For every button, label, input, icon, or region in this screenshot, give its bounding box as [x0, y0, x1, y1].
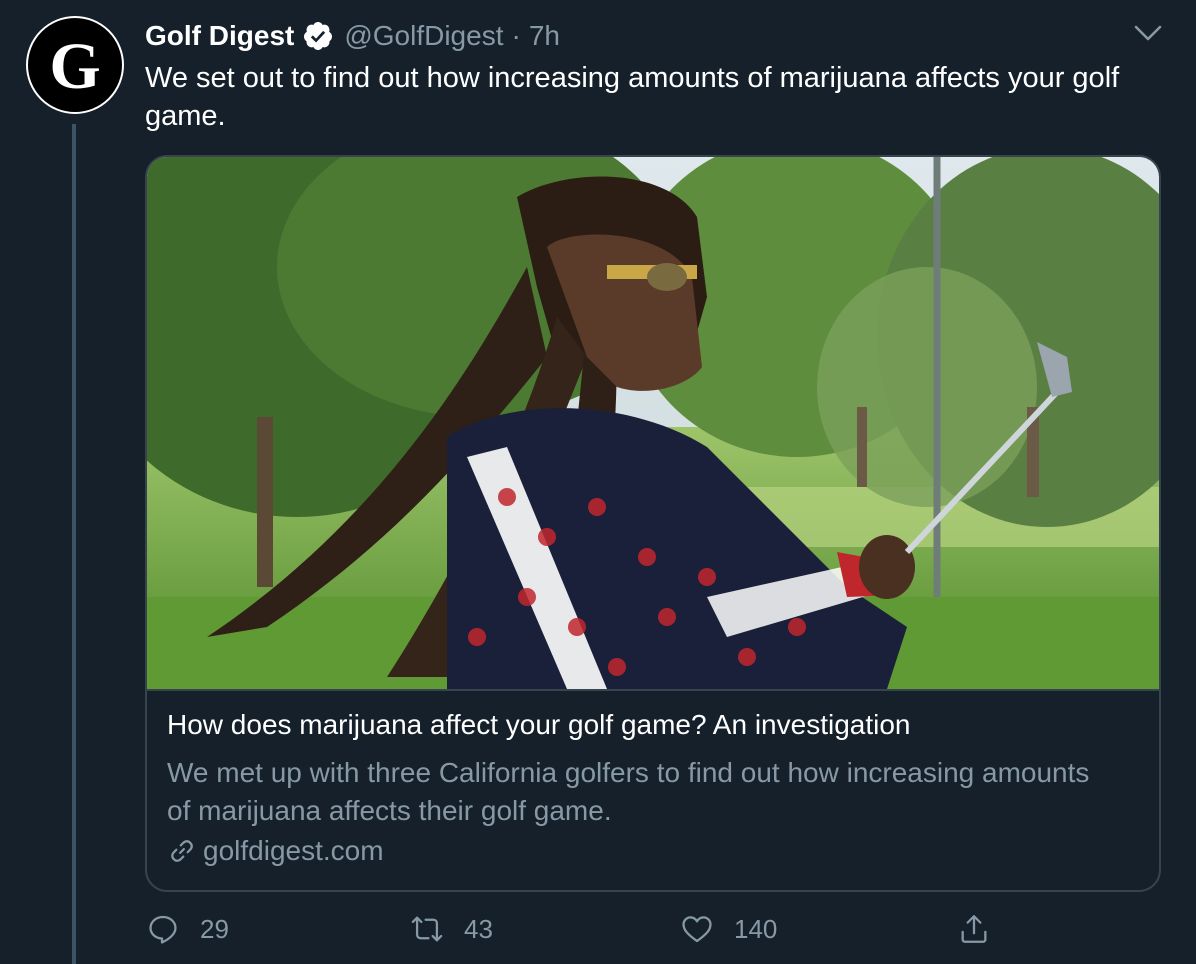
timestamp[interactable]: 7h — [529, 20, 560, 52]
reply-icon — [149, 915, 177, 944]
thread-line — [72, 124, 76, 964]
avatar-logo-letter: G — [49, 30, 101, 103]
card-divider — [147, 689, 1159, 691]
share-icon — [961, 915, 987, 943]
link-icon — [171, 840, 193, 862]
tweet[interactable]: G Golf Digest @GolfDigest · 7h We set ou… — [0, 0, 1196, 964]
chevron-down-icon[interactable] — [1133, 22, 1163, 44]
like-count: 140 — [734, 913, 778, 944]
card-domain[interactable]: golfdigest.com — [167, 835, 384, 867]
card-description: We met up with three California golfers … — [167, 757, 1090, 826]
card-domain-text: golfdigest.com — [203, 835, 384, 866]
tweet-text: We set out to find out how increasing am… — [145, 62, 1120, 132]
handle[interactable]: @GolfDigest — [344, 20, 503, 52]
verified-badge-icon — [304, 22, 333, 50]
display-name[interactable]: Golf Digest — [145, 20, 294, 52]
reply-button[interactable]: 29 — [146, 912, 229, 946]
retweet-icon — [411, 916, 443, 942]
retweet-count: 43 — [464, 913, 493, 944]
reply-count: 29 — [200, 913, 229, 944]
tweet-header: Golf Digest @GolfDigest · 7h — [145, 16, 560, 56]
avatar[interactable]: G — [26, 16, 124, 114]
separator-dot: · — [511, 20, 521, 51]
share-button[interactable] — [957, 912, 1011, 946]
retweet-button[interactable]: 43 — [410, 912, 493, 946]
tweet-actions: 29 43 140 — [0, 912, 1196, 952]
like-button[interactable]: 140 — [680, 912, 777, 946]
heart-icon — [682, 916, 712, 943]
card-image — [147, 157, 1159, 689]
card-title[interactable]: How does marijuana affect your golf game… — [167, 709, 910, 741]
link-card[interactable]: How does marijuana affect your golf game… — [145, 155, 1161, 892]
